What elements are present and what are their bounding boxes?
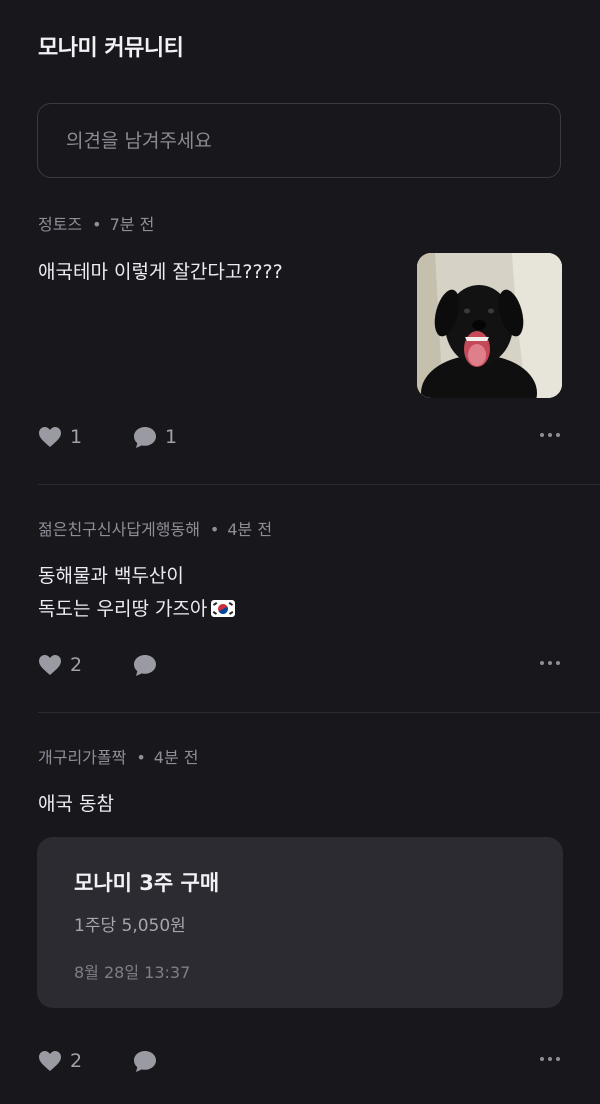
- post-meta: 정토즈 • 7분 전: [38, 214, 562, 236]
- dog-photo-icon: [417, 253, 562, 398]
- more-horizontal-icon[interactable]: [540, 661, 560, 665]
- meta-separator: •: [136, 748, 146, 767]
- more-horizontal-icon[interactable]: [540, 433, 560, 437]
- post-author[interactable]: 젊은친구신사답게행동해: [38, 520, 200, 539]
- comment-button[interactable]: 1: [133, 423, 177, 451]
- korea-flag-icon: [211, 600, 236, 617]
- post-text: 애국 동참: [38, 788, 562, 821]
- like-count: 1: [70, 426, 83, 448]
- post-meta: 개구리가폴짝 • 4분 전: [38, 747, 562, 769]
- meta-separator: •: [209, 520, 220, 539]
- comment-input[interactable]: [64, 104, 528, 178]
- speech-bubble-icon: [134, 1050, 156, 1072]
- comment-input-box[interactable]: [37, 103, 561, 178]
- more-horizontal-icon[interactable]: [540, 1057, 560, 1061]
- trade-date: 8월 28일 13:37: [74, 963, 191, 982]
- post-actions: 1 1: [38, 423, 562, 451]
- post-line-text: 독도는 우리땅 가즈아: [38, 598, 208, 620]
- heart-icon: [39, 655, 61, 675]
- trade-title: 모나미 3주 구매: [74, 871, 220, 895]
- speech-bubble-icon: [134, 426, 156, 448]
- post-meta: 젊은친구신사답게행동해 • 4분 전: [38, 519, 562, 541]
- trade-card[interactable]: 모나미 3주 구매 1주당 5,050원 8월 28일 13:37: [37, 837, 563, 1008]
- post-image[interactable]: [417, 253, 562, 398]
- like-count: 2: [70, 1050, 83, 1072]
- post-line: 애국 동참: [38, 793, 114, 815]
- post-divider: [38, 484, 600, 485]
- post-line: 동해물과 백두산이: [38, 565, 184, 587]
- post-actions: 2: [38, 1047, 562, 1075]
- page-title: 모나미 커뮤니티: [38, 36, 184, 61]
- like-count: 2: [70, 654, 83, 676]
- post-author[interactable]: 개구리가폴짝: [38, 748, 126, 767]
- post-divider: [38, 712, 600, 713]
- trade-price: 1주당 5,050원: [74, 916, 186, 936]
- post-item[interactable]: 개구리가폴짝 • 4분 전 애국 동참: [38, 747, 562, 827]
- like-button[interactable]: 1: [38, 423, 82, 451]
- comment-count: 1: [165, 426, 178, 448]
- speech-bubble-icon: [134, 654, 156, 676]
- post-time: 4분 전: [153, 748, 199, 767]
- post-actions: 2: [38, 651, 562, 679]
- post-author[interactable]: 정토즈: [38, 215, 82, 234]
- post-time: 7분 전: [109, 215, 155, 234]
- comment-button[interactable]: [133, 1047, 157, 1075]
- comment-button[interactable]: [133, 651, 157, 679]
- meta-separator: •: [92, 215, 102, 234]
- like-button[interactable]: 2: [38, 1047, 82, 1075]
- post-item[interactable]: 정토즈 • 7분 전 애국테마 이렇게 잘간다고????: [38, 214, 562, 454]
- heart-icon: [39, 1051, 61, 1071]
- post-line: 독도는 우리땅 가즈아: [38, 593, 562, 626]
- post-text: 동해물과 백두산이 독도는 우리땅 가즈아: [38, 560, 562, 626]
- heart-icon: [39, 427, 61, 447]
- post-time: 4분 전: [227, 520, 273, 539]
- like-button[interactable]: 2: [38, 651, 82, 679]
- post-text: 애국테마 이렇게 잘간다고????: [38, 256, 398, 289]
- post-line: 애국테마 이렇게 잘간다고????: [38, 261, 283, 283]
